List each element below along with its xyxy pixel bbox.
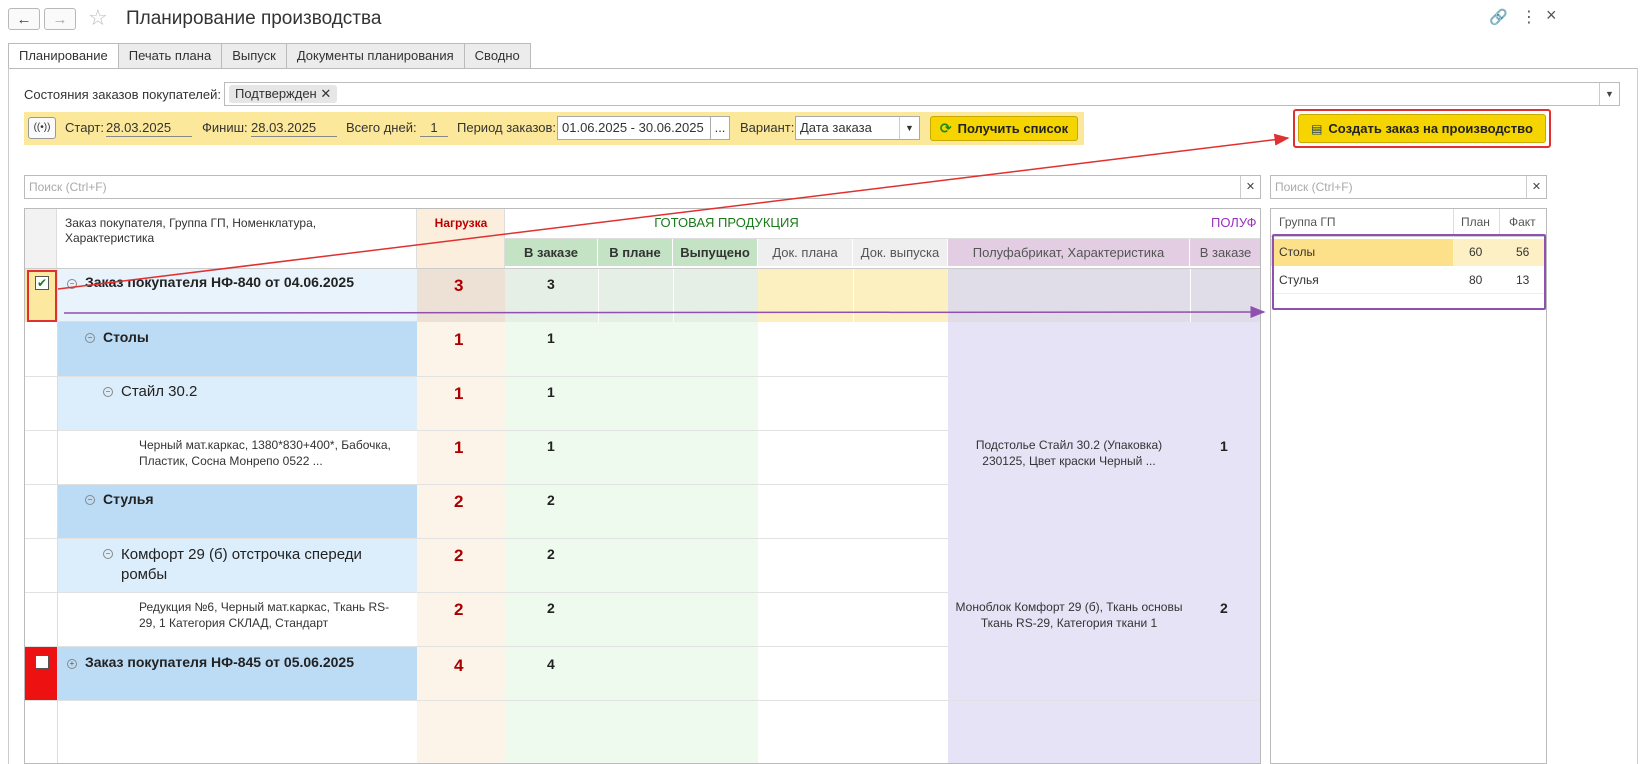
purple-arrow	[63, 306, 1266, 319]
red-arrow	[57, 133, 1290, 290]
annotation-arrows	[57, 133, 1290, 319]
